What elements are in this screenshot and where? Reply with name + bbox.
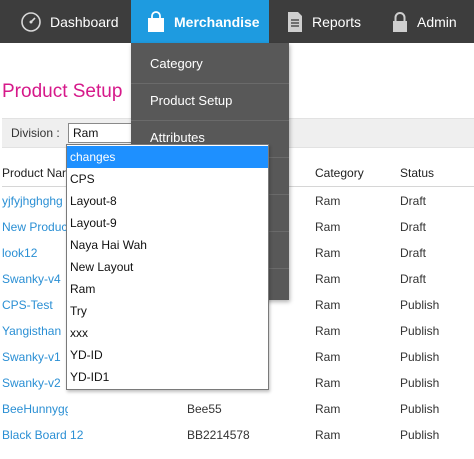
division-label: Division : bbox=[11, 126, 60, 140]
product-name-link[interactable]: New Product bbox=[2, 220, 68, 234]
division-option[interactable]: Layout-8 bbox=[67, 190, 268, 212]
product-name-link[interactable]: yjfyjhghghg bbox=[2, 194, 68, 208]
table-row: Black Board 12 BB2214578 Ram Publish bbox=[0, 428, 474, 454]
product-status: Publish bbox=[400, 376, 440, 390]
table-row: BeeHunnygg Bee55 Ram Publish bbox=[0, 402, 474, 428]
product-status: Publish bbox=[400, 324, 440, 338]
product-status: Publish bbox=[400, 298, 440, 312]
speedometer-icon bbox=[20, 11, 42, 33]
product-name-link[interactable]: Yangisthan bbox=[2, 324, 68, 338]
product-category: Ram bbox=[315, 402, 341, 416]
nav-dashboard-label: Dashboard bbox=[50, 13, 119, 30]
product-status: Draft bbox=[400, 220, 427, 234]
shopping-bag-icon bbox=[146, 10, 166, 33]
product-status: Draft bbox=[400, 194, 427, 208]
product-category: Ram bbox=[315, 246, 341, 260]
division-option[interactable]: New Layout bbox=[67, 256, 268, 278]
division-option[interactable]: YD-ID bbox=[67, 344, 268, 366]
product-status: Publish bbox=[400, 428, 440, 442]
product-status: Draft bbox=[400, 246, 427, 260]
top-nav: Dashboard Merchandise Reports Admin bbox=[0, 0, 474, 43]
nav-reports-label: Reports bbox=[312, 13, 362, 30]
page-title: Product Setup bbox=[2, 81, 123, 102]
product-category: Ram bbox=[315, 220, 341, 234]
product-name-link[interactable]: Swanky-v1 bbox=[2, 350, 68, 364]
lock-icon bbox=[391, 11, 409, 33]
document-icon bbox=[286, 11, 304, 33]
nav-reports[interactable]: Reports bbox=[286, 0, 361, 43]
menu-item-category[interactable]: Category bbox=[131, 45, 289, 82]
division-select[interactable]: Ram bbox=[68, 123, 136, 143]
product-name-link[interactable]: CPS-Test bbox=[2, 298, 68, 312]
division-option[interactable]: CPS bbox=[67, 168, 268, 190]
product-status: Publish bbox=[400, 402, 440, 416]
product-name-link[interactable]: Black Board 12 bbox=[2, 428, 83, 442]
product-name-link[interactable]: Swanky-v4 bbox=[2, 272, 68, 286]
division-option[interactable]: Naya Hai Wah bbox=[67, 234, 268, 256]
menu-item-product-setup[interactable]: Product Setup bbox=[131, 82, 289, 119]
division-option[interactable]: Ram bbox=[67, 278, 268, 300]
column-header-product-name[interactable]: Product Nar bbox=[2, 166, 66, 180]
product-category: Ram bbox=[315, 428, 341, 442]
product-category: Ram bbox=[315, 272, 341, 286]
nav-admin[interactable]: Admin bbox=[391, 0, 457, 43]
division-options-list: changes CPS Layout-8 Layout-9 Naya Hai W… bbox=[66, 144, 269, 390]
product-category: Ram bbox=[315, 376, 341, 390]
product-name-link[interactable]: look12 bbox=[2, 246, 68, 260]
product-status: Draft bbox=[400, 272, 427, 286]
product-category: Ram bbox=[315, 298, 341, 312]
product-category: Ram bbox=[315, 194, 341, 208]
division-option[interactable]: changes bbox=[67, 146, 268, 168]
product-code: BB2214578 bbox=[187, 428, 250, 442]
column-header-category[interactable]: Category bbox=[315, 166, 364, 180]
product-status: Publish bbox=[400, 350, 440, 364]
product-category: Ram bbox=[315, 324, 341, 338]
division-option[interactable]: Layout-9 bbox=[67, 212, 268, 234]
nav-merchandise[interactable]: Merchandise bbox=[131, 0, 269, 43]
product-code: Bee55 bbox=[187, 402, 222, 416]
column-header-status[interactable]: Status bbox=[400, 166, 434, 180]
nav-admin-label: Admin bbox=[417, 13, 457, 30]
product-name-link[interactable]: BeeHunnygg bbox=[2, 402, 68, 416]
division-option[interactable]: YD-ID1 bbox=[67, 366, 268, 388]
product-name-link[interactable]: Swanky-v2 bbox=[2, 376, 68, 390]
division-option[interactable]: Try bbox=[67, 300, 268, 322]
nav-merchandise-label: Merchandise bbox=[174, 13, 260, 30]
product-category: Ram bbox=[315, 350, 341, 364]
nav-dashboard[interactable]: Dashboard bbox=[20, 0, 119, 43]
division-option[interactable]: xxx bbox=[67, 322, 268, 344]
